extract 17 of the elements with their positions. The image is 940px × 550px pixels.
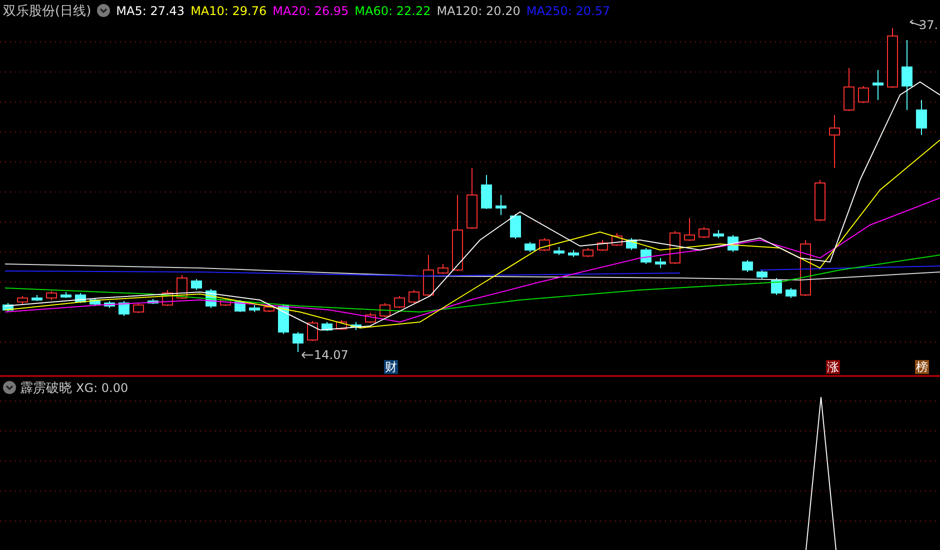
dropdown-icon[interactable] bbox=[3, 381, 16, 394]
indicator-value: MA250: 20.57 bbox=[526, 4, 610, 18]
high-price-label: 37. bbox=[919, 18, 938, 32]
low-price-label: 14.07 bbox=[314, 348, 348, 362]
dropdown-icon[interactable] bbox=[97, 4, 110, 17]
indicator-value: MA60: 22.22 bbox=[354, 4, 431, 18]
event-marker[interactable]: 榜 bbox=[915, 360, 929, 374]
indicator-value: MA10: 29.76 bbox=[190, 4, 267, 18]
event-marker[interactable]: 财 bbox=[384, 360, 398, 374]
chart-title: 双乐股份(日线) bbox=[3, 2, 92, 20]
indicator-value: MA120: 20.20 bbox=[436, 4, 520, 18]
indicator-value: XG: 0.00 bbox=[76, 380, 128, 394]
indicator-value: MA5: 27.43 bbox=[116, 4, 185, 18]
indicator-value: MA20: 26.95 bbox=[272, 4, 349, 18]
arrow-icon bbox=[302, 352, 314, 358]
event-marker[interactable]: 涨 bbox=[826, 360, 840, 374]
indicator-title: 霹雳破晓 bbox=[20, 380, 72, 396]
